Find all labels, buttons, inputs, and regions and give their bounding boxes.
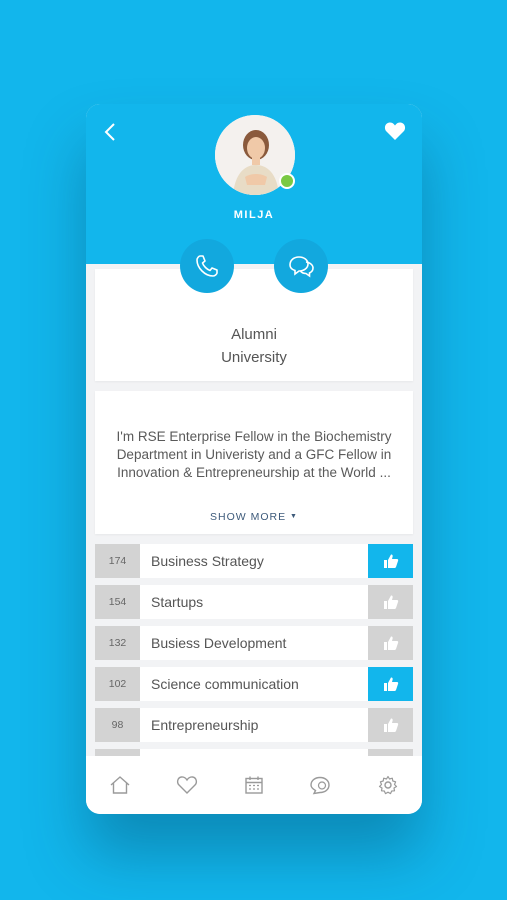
skill-row: 132 Busiess Development xyxy=(95,626,413,660)
skill-endorse-count: 102 xyxy=(95,667,140,701)
tab-favorites[interactable] xyxy=(172,770,202,800)
online-status-indicator xyxy=(279,173,295,189)
caret-down-icon: ▼ xyxy=(290,513,298,520)
thumbs-up-icon xyxy=(383,718,398,732)
favorite-button[interactable] xyxy=(382,119,408,143)
skill-endorse-count: 98 xyxy=(95,708,140,742)
skill-endorse-count: 132 xyxy=(95,626,140,660)
tab-messages[interactable] xyxy=(306,770,336,800)
skill-like-button[interactable] xyxy=(368,708,413,742)
skill-row: 98 Entrepreneurship xyxy=(95,708,413,742)
show-more-label: SHOW MORE xyxy=(210,511,287,523)
skill-endorse-count: 154 xyxy=(95,585,140,619)
info-line-1: Alumni xyxy=(231,326,277,343)
profile-name: MILJA xyxy=(233,209,275,221)
thumbs-up-icon xyxy=(383,595,398,609)
skill-row: 154 Startups xyxy=(95,585,413,619)
chat-icon xyxy=(310,776,330,795)
skill-like-button[interactable] xyxy=(368,585,413,619)
skill-like-button[interactable] xyxy=(368,626,413,660)
thumbs-up-icon xyxy=(383,554,398,568)
skill-like-button[interactable] xyxy=(368,544,413,578)
profile-screen: MILJA Alumni University I'm RSE Enterpri… xyxy=(86,104,422,814)
skill-label: Startups xyxy=(151,594,204,610)
gear-icon xyxy=(379,775,398,795)
skill-label: Business Strategy xyxy=(151,553,264,569)
chat-bubbles-icon xyxy=(289,256,314,278)
skill-label: Science communication xyxy=(151,676,299,692)
chevron-left-icon xyxy=(104,123,115,141)
heart-icon xyxy=(176,776,197,794)
bottom-tab-bar xyxy=(86,756,422,814)
calendar-icon xyxy=(245,776,263,794)
phone-icon xyxy=(196,255,218,277)
profile-header: MILJA xyxy=(86,104,422,264)
skill-like-button[interactable] xyxy=(368,667,413,701)
skill-row: 174 Business Strategy xyxy=(95,544,413,578)
tab-settings[interactable] xyxy=(373,770,403,800)
tab-calendar[interactable] xyxy=(239,770,269,800)
skill-row: 102 Science communication xyxy=(95,667,413,701)
skill-label: Busiess Development xyxy=(151,635,287,651)
bio-text: I'm RSE Enterprise Fellow in the Biochem… xyxy=(116,429,392,480)
thumbs-up-icon xyxy=(383,677,398,691)
home-icon xyxy=(110,776,130,794)
call-button[interactable] xyxy=(180,239,234,293)
heart-icon xyxy=(384,122,406,140)
back-button[interactable] xyxy=(100,120,120,144)
skill-label: Entrepreneurship xyxy=(151,717,259,733)
thumbs-up-icon xyxy=(383,636,398,650)
info-card: Alumni University xyxy=(95,269,413,381)
message-button[interactable] xyxy=(274,239,328,293)
tab-home[interactable] xyxy=(105,770,135,800)
bio-card: I'm RSE Enterprise Fellow in the Biochem… xyxy=(95,391,413,534)
skill-endorse-count: 174 xyxy=(95,544,140,578)
info-line-2: University xyxy=(221,349,287,366)
show-more-button[interactable]: SHOW MORE ▼ xyxy=(95,511,413,523)
